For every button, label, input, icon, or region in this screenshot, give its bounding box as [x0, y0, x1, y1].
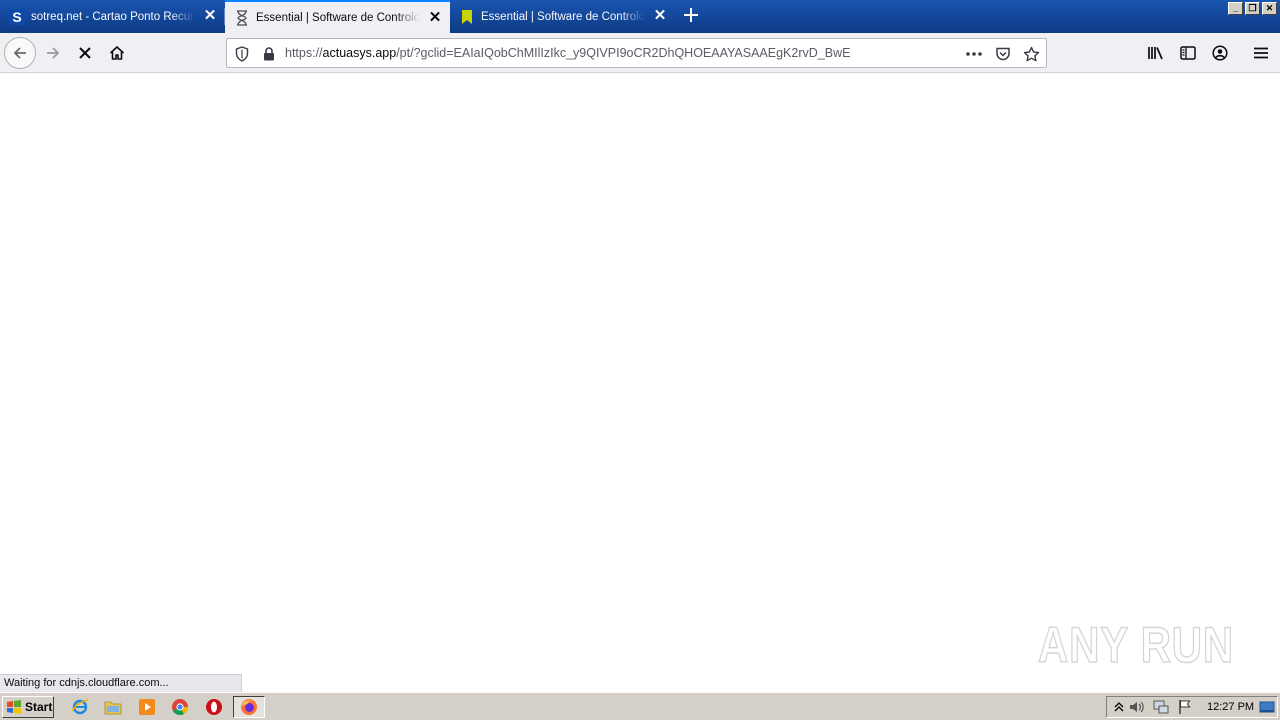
library-button[interactable]: [1140, 37, 1172, 69]
pocket-icon[interactable]: [994, 45, 1012, 63]
tab-title: sotreq.net - Cartao Ponto Recursos Human…: [31, 10, 195, 23]
start-label: Start: [25, 700, 53, 714]
home-icon: [109, 46, 125, 60]
account-button[interactable]: [1204, 37, 1236, 69]
network-icon[interactable]: [1151, 697, 1171, 717]
more-actions-icon[interactable]: [965, 45, 983, 63]
media-player-icon[interactable]: [137, 697, 157, 717]
explorer-icon[interactable]: [103, 697, 123, 717]
ie-icon[interactable]: [70, 697, 90, 717]
system-tray: 12:27 PM: [1106, 696, 1278, 718]
status-panel: Waiting for cdnjs.cloudflare.com...: [0, 674, 242, 692]
sidebar-icon: [1180, 46, 1196, 60]
forward-button[interactable]: [37, 37, 69, 69]
sidebar-button[interactable]: [1172, 37, 1204, 69]
loading-hourglass-icon: [234, 9, 250, 26]
tab-essential-active[interactable]: Essential | Software de Controlo de Assi…: [225, 0, 450, 33]
navigation-toolbar: https://actuasys.app/pt/?gclid=EAIaIQobC…: [0, 33, 1280, 73]
page-content: ANY RUN Waiting for cdnjs.cloudflare.com…: [0, 74, 1280, 692]
chrome-icon[interactable]: [170, 697, 190, 717]
volume-icon[interactable]: [1127, 697, 1147, 717]
window-close-button[interactable]: ✕: [1262, 2, 1277, 15]
lock-icon[interactable]: [260, 45, 278, 63]
hamburger-menu-icon: [1254, 47, 1268, 59]
anyrun-watermark: ANY RUN: [1038, 616, 1234, 674]
library-icon: [1148, 47, 1163, 60]
start-button[interactable]: Start: [2, 696, 54, 718]
shield-icon[interactable]: [233, 45, 251, 63]
menu-button[interactable]: [1245, 37, 1277, 69]
show-hidden-icons-icon[interactable]: [1109, 697, 1129, 717]
firefox-task-button[interactable]: [233, 696, 265, 718]
firefox-icon: [241, 699, 257, 715]
new-tab-button[interactable]: [680, 6, 702, 28]
restore-button[interactable]: ❐: [1245, 2, 1260, 15]
opera-icon[interactable]: [204, 697, 224, 717]
account-icon: [1212, 45, 1228, 61]
close-icon[interactable]: ✕: [428, 10, 442, 25]
watermark-text: ANY RUN: [1038, 617, 1234, 673]
window-controls: _ ❐ ✕: [1228, 2, 1277, 15]
url-text[interactable]: https://actuasys.app/pt/?gclid=EAIaIQobC…: [285, 46, 850, 60]
tab-sotreq[interactable]: S sotreq.net - Cartao Ponto Recursos Hum…: [0, 0, 225, 33]
url-host: actuasys.app: [322, 46, 397, 60]
windows-logo-icon: [7, 700, 21, 714]
svg-text:S: S: [12, 9, 21, 25]
back-button[interactable]: [4, 37, 36, 69]
actuasys-logo-icon: [459, 9, 475, 25]
sotreq-s-icon: S: [9, 8, 25, 25]
bookmark-star-icon[interactable]: [1022, 45, 1040, 63]
url-scheme: https://: [285, 46, 323, 60]
tab-title: Essential | Software de Controlo de Assi…: [481, 10, 645, 23]
show-desktop-icon[interactable]: [1257, 697, 1277, 717]
close-icon[interactable]: ✕: [203, 8, 217, 23]
arrow-left-icon: [13, 47, 26, 59]
stop-button[interactable]: [69, 37, 101, 69]
close-icon[interactable]: ✕: [653, 8, 667, 23]
tab-title: Essential | Software de Controlo de Assi…: [256, 11, 420, 24]
minimize-button[interactable]: _: [1228, 2, 1243, 15]
home-button[interactable]: [101, 37, 133, 69]
tab-strip: S sotreq.net - Cartao Ponto Recursos Hum…: [0, 0, 1280, 33]
taskbar: Start 12:27 PM: [0, 692, 1280, 720]
action-center-flag-icon[interactable]: [1175, 697, 1195, 717]
stop-x-icon: [79, 47, 91, 59]
url-bar[interactable]: https://actuasys.app/pt/?gclid=EAIaIQobC…: [226, 38, 1047, 68]
tab-essential[interactable]: Essential | Software de Controlo de Assi…: [450, 0, 675, 33]
arrow-right-icon: [47, 47, 60, 59]
url-path: /pt/?gclid=EAIaIQobChMIlIzIkc_y9QIVPI9oC…: [396, 46, 851, 60]
clock[interactable]: 12:27 PM: [1207, 701, 1254, 713]
